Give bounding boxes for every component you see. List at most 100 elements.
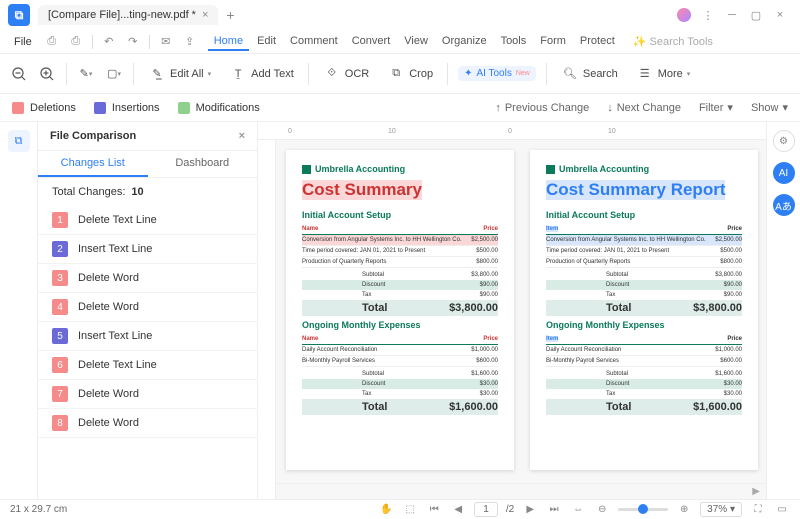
tab-form[interactable]: Form: [534, 33, 572, 51]
fullscreen-icon[interactable]: ⛶: [750, 502, 766, 518]
change-item[interactable]: 6Delete Text Line: [38, 351, 257, 380]
ocr-button[interactable]: ⟐OCR: [319, 63, 373, 85]
brand: Umbrella Accounting: [302, 164, 498, 174]
pencil-icon: ✎̲: [148, 65, 166, 83]
change-item[interactable]: 2Insert Text Line: [38, 235, 257, 264]
first-page-icon[interactable]: ⏮: [426, 502, 442, 518]
tab-home[interactable]: Home: [208, 33, 249, 51]
new-tab-button[interactable]: +: [226, 7, 234, 23]
zoom-in-sb-icon[interactable]: ⊕: [676, 502, 692, 518]
minimize-button[interactable]: ─: [720, 3, 744, 27]
tab-protect[interactable]: Protect: [574, 33, 621, 51]
translate-icon[interactable]: Aあ: [773, 194, 795, 216]
summary-row: Subtotal$1,600.00: [302, 369, 498, 379]
show-dropdown[interactable]: Show ▾: [751, 101, 788, 114]
edit-all-button[interactable]: ✎̲Edit All▾: [144, 63, 215, 85]
ai-assistant-icon[interactable]: AI: [773, 162, 795, 184]
table-row: Bi-Monthly Payroll Services$600.00: [546, 356, 742, 367]
change-item[interactable]: 5Insert Text Line: [38, 322, 257, 351]
read-mode-icon[interactable]: ▭: [774, 502, 790, 518]
left-rail: ⧉: [0, 122, 38, 499]
change-item[interactable]: 8Delete Word: [38, 409, 257, 438]
next-page-icon[interactable]: ▶: [522, 502, 538, 518]
add-text-button[interactable]: ṮAdd Text: [225, 63, 298, 85]
table-row: Daily Account Reconciliation$1,000.00: [546, 345, 742, 356]
change-item[interactable]: 4Delete Word: [38, 293, 257, 322]
tab-tools[interactable]: Tools: [495, 33, 533, 51]
search-button[interactable]: 🔍︎Search: [557, 63, 622, 85]
table-2-right: ItemPrice Daily Account Reconciliation$1…: [546, 334, 742, 415]
change-label: Delete Text Line: [78, 214, 157, 226]
tab-organize[interactable]: Organize: [436, 33, 493, 51]
toolbar: ✎▾ ▢▾ ✎̲Edit All▾ ṮAdd Text ⟐OCR ⧉Crop ✦…: [0, 54, 800, 94]
print-icon[interactable]: ⎙: [66, 32, 86, 52]
close-tab-icon[interactable]: ×: [202, 9, 208, 21]
search-tools[interactable]: ✨ Search Tools: [633, 35, 713, 48]
brand: Umbrella Accounting: [546, 164, 742, 174]
app-icon: ⧉: [8, 4, 30, 26]
menubar: File ⎙ ⎙ ↶ ↷ ✉ ⇪ Home Edit Comment Conve…: [0, 30, 800, 54]
last-page-icon[interactable]: ⏭: [546, 502, 562, 518]
document-tab[interactable]: [Compare File]...ting-new.pdf * ×: [38, 5, 218, 25]
table-1-left: NamePrice Conversion from Angular System…: [302, 224, 498, 316]
page-right[interactable]: Umbrella Accounting Cost Summary Report …: [530, 150, 758, 470]
share-icon[interactable]: ⇪: [180, 32, 200, 52]
redo-icon[interactable]: ↷: [123, 32, 143, 52]
section-heading: Ongoing Monthly Expenses: [546, 320, 742, 330]
zoom-slider[interactable]: [618, 508, 668, 511]
ruler-horizontal: 010010: [258, 122, 766, 140]
email-icon[interactable]: ✉: [156, 32, 176, 52]
scrollbar-horizontal[interactable]: ▶: [258, 483, 766, 499]
change-item[interactable]: 3 Delete Word: [38, 264, 257, 293]
tab-edit[interactable]: Edit: [251, 33, 282, 51]
page-left[interactable]: Umbrella Accounting Cost Summary Initial…: [286, 150, 514, 470]
close-panel-icon[interactable]: ×: [239, 130, 245, 142]
summary-row: Discount$90.00: [302, 280, 498, 290]
menu-tabs: Home Edit Comment Convert View Organize …: [208, 33, 621, 51]
change-item[interactable]: 7Delete Word: [38, 380, 257, 409]
diamond-icon[interactable]: [672, 3, 696, 27]
settings-icon[interactable]: ⚙: [773, 130, 795, 152]
fit-width-icon[interactable]: ⇔: [570, 502, 586, 518]
prev-change-button[interactable]: ↑ Previous Change: [495, 102, 589, 114]
highlighter-icon[interactable]: ✎▾: [77, 65, 95, 83]
filter-dropdown[interactable]: Filter ▾: [699, 101, 733, 114]
select-tool-icon[interactable]: ⬚: [402, 502, 418, 518]
hand-tool-icon[interactable]: ✋: [378, 502, 394, 518]
table-2-left: NamePrice Daily Account Reconciliation$1…: [302, 334, 498, 415]
zoom-out-sb-icon[interactable]: ⊖: [594, 502, 610, 518]
change-label: Delete Word: [78, 301, 139, 313]
next-change-button[interactable]: ↓ Next Change: [607, 102, 681, 114]
tab-dashboard[interactable]: Dashboard: [148, 151, 258, 177]
more-button[interactable]: ☰More▾: [632, 63, 695, 85]
tab-comment[interactable]: Comment: [284, 33, 344, 51]
crop-button[interactable]: ⧉Crop: [383, 63, 437, 85]
page-input[interactable]: 1: [474, 502, 498, 517]
tab-changes-list[interactable]: Changes List: [38, 151, 148, 177]
crop-icon: ⧉: [387, 65, 405, 83]
zoom-value[interactable]: 37% ▾: [700, 502, 742, 517]
close-window-button[interactable]: ×: [768, 3, 792, 27]
ai-tools-button[interactable]: ✦AI ToolsNew: [458, 66, 536, 81]
maximize-button[interactable]: ▢: [744, 3, 768, 27]
change-number: 3: [52, 270, 68, 286]
slider-thumb[interactable]: [638, 504, 648, 514]
save-icon[interactable]: ⎙: [42, 32, 62, 52]
tab-convert[interactable]: Convert: [346, 33, 397, 51]
legend-deletions: Deletions: [12, 102, 76, 114]
change-label: Delete Word: [78, 272, 139, 284]
table-1-right: ItemPrice Conversion from Angular System…: [546, 224, 742, 316]
kebab-icon[interactable]: ⋮: [696, 3, 720, 27]
undo-icon[interactable]: ↶: [99, 32, 119, 52]
compare-panel-icon[interactable]: ⧉: [8, 130, 30, 152]
scroll-right-arrow[interactable]: ▶: [752, 486, 760, 497]
shape-icon[interactable]: ▢▾: [105, 65, 123, 83]
zoom-in-icon[interactable]: [38, 65, 56, 83]
change-item[interactable]: 1Delete Text Line: [38, 206, 257, 235]
zoom-out-icon[interactable]: [10, 65, 28, 83]
section-heading: Initial Account Setup: [546, 210, 742, 220]
summary-row: Total$1,600.00: [302, 399, 498, 415]
file-menu[interactable]: File: [8, 34, 38, 50]
tab-view[interactable]: View: [398, 33, 434, 51]
prev-page-icon[interactable]: ◀: [450, 502, 466, 518]
